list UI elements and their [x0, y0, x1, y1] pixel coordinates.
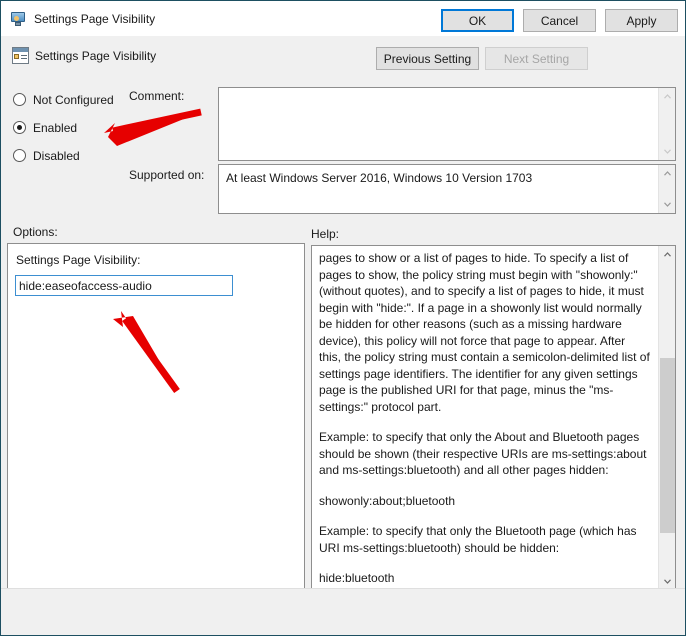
window-monitor-icon	[10, 11, 26, 27]
ok-button[interactable]: OK	[441, 9, 514, 32]
window-title: Settings Page Visibility	[34, 11, 156, 26]
radio-label: Disabled	[33, 148, 80, 163]
dialog-footer	[1, 588, 685, 635]
help-paragraph: showonly:about;bluetooth	[319, 493, 456, 508]
apply-button[interactable]: Apply	[605, 9, 678, 32]
help-section-label: Help:	[311, 227, 340, 241]
radio-disabled[interactable]: Disabled	[13, 147, 80, 164]
supported-on-value: At least Windows Server 2016, Windows 10…	[226, 171, 533, 185]
comment-scrollbar[interactable]	[658, 88, 675, 160]
scroll-up-icon[interactable]	[659, 165, 676, 182]
radio-enabled[interactable]: Enabled	[13, 119, 77, 136]
arrow-to-enabled-radio	[104, 108, 202, 146]
help-text-content: pages to show or a list of pages to hide…	[312, 246, 658, 590]
supported-on-scrollbar[interactable]	[658, 165, 675, 213]
settings-page-visibility-label: Settings Page Visibility:	[16, 253, 141, 267]
radio-indicator	[13, 149, 26, 162]
help-paragraph: pages to show or a list of pages to hide…	[319, 251, 650, 414]
settings-page-visibility-input[interactable]	[15, 275, 233, 296]
help-paragraph: Example: to specify that only the About …	[319, 430, 647, 477]
group-policy-setting-dialog: Settings Page Visibility Settings Page V…	[0, 0, 686, 636]
comment-textarea[interactable]	[218, 87, 676, 161]
comment-label: Comment:	[129, 89, 185, 103]
scroll-up-icon[interactable]	[659, 88, 676, 105]
scroll-down-icon[interactable]	[659, 196, 676, 213]
policy-setting-icon	[12, 47, 29, 64]
setting-name: Settings Page Visibility	[35, 49, 157, 63]
help-scroll-thumb[interactable]	[660, 358, 675, 533]
help-panel: pages to show or a list of pages to hide…	[311, 245, 676, 591]
options-section-label: Options:	[13, 225, 58, 239]
supported-on-label: Supported on:	[129, 168, 205, 182]
radio-not-configured[interactable]: Not Configured	[13, 91, 114, 108]
supported-on-textarea[interactable]: At least Windows Server 2016, Windows 10…	[218, 164, 676, 214]
scroll-down-icon[interactable]	[659, 143, 676, 160]
next-setting-button: Next Setting	[485, 47, 588, 70]
radio-label: Enabled	[33, 120, 78, 135]
cancel-button[interactable]: Cancel	[523, 9, 596, 32]
help-paragraph: hide:bluetooth	[319, 571, 395, 585]
scroll-up-icon[interactable]	[659, 246, 676, 263]
radio-indicator	[13, 93, 26, 106]
options-panel: Settings Page Visibility:	[7, 243, 305, 591]
radio-label: Not Configured	[33, 92, 114, 107]
radio-indicator-selected	[13, 121, 26, 134]
help-scrollbar[interactable]	[658, 246, 675, 590]
help-paragraph: Example: to specify that only the Blueto…	[319, 524, 637, 555]
previous-setting-button[interactable]: Previous Setting	[376, 47, 479, 70]
